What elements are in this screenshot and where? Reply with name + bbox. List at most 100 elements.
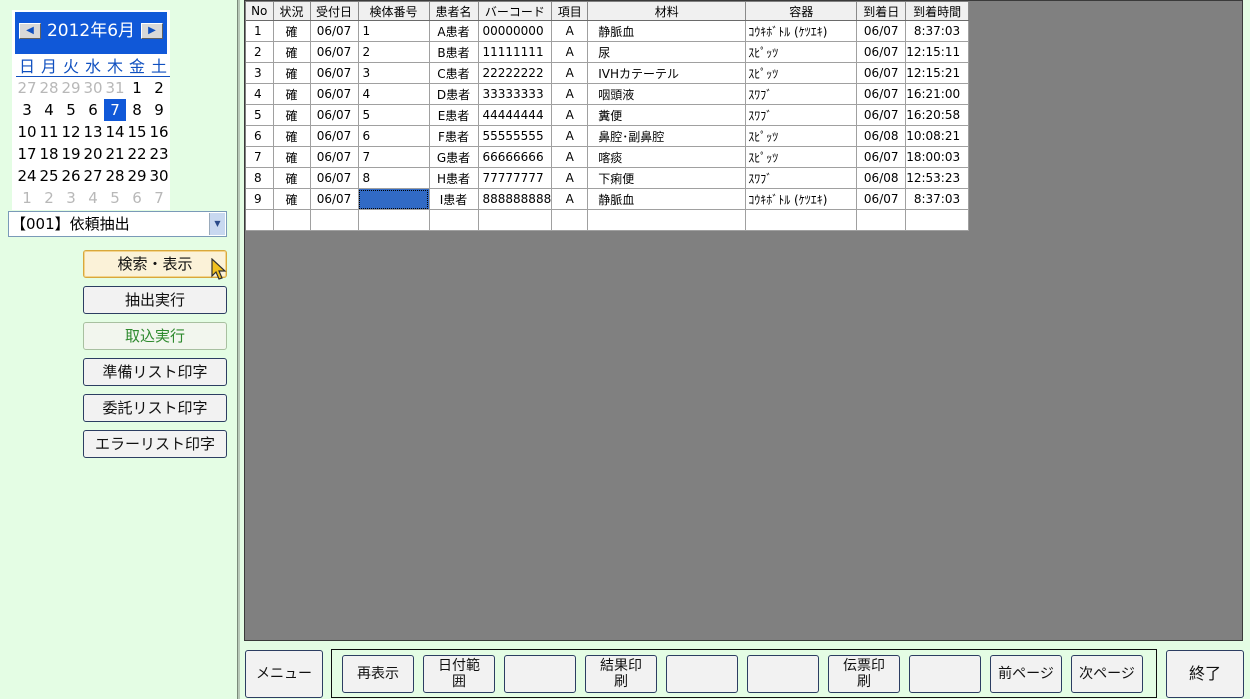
table-cell[interactable]: 16:21:00 [905, 83, 970, 105]
calendar-day[interactable]: 13 [82, 121, 104, 143]
blank-function-button[interactable] [504, 655, 576, 693]
table-cell[interactable]: A [551, 83, 589, 105]
table-cell[interactable]: A [551, 167, 589, 189]
table-cell[interactable]: 12:53:23 [905, 167, 970, 189]
calendar-day[interactable]: 20 [82, 143, 104, 165]
table-cell[interactable]: ｺｳｷﾎﾞﾄﾙ (ｹﾂｴｷ) [745, 20, 858, 42]
calendar-day[interactable]: 2 [148, 77, 170, 99]
table-cell[interactable]: 8:37:03 [905, 188, 970, 210]
column-header[interactable]: 到着時間 [905, 2, 970, 21]
calendar-day[interactable]: 1 [16, 187, 38, 209]
panel-divider[interactable] [237, 0, 240, 699]
table-row[interactable]: 9 確 06/07 I患者 888888888 A 静脈血 ｺｳｷﾎﾞﾄﾙ (ｹﾂｴｷ) 06/… [246, 188, 970, 210]
blank-function-button[interactable] [747, 655, 819, 693]
table-cell[interactable]: 喀痰 [587, 146, 747, 168]
table-cell[interactable] [478, 209, 553, 231]
calendar-day[interactable]: 21 [104, 143, 126, 165]
date-range-button[interactable]: 日付範 囲 [423, 655, 495, 693]
calendar-day[interactable]: 23 [148, 143, 170, 165]
table-cell[interactable]: 06/07 [310, 146, 359, 168]
result-print-button[interactable]: 結果印 刷 [585, 655, 657, 693]
table-cell[interactable]: 06/08 [856, 125, 907, 147]
calendar-day[interactable]: 2 [38, 187, 60, 209]
table-cell[interactable]: A [551, 20, 589, 42]
slip-print-button[interactable]: 伝票印 刷 [828, 655, 900, 693]
table-cell[interactable]: 00000000 [478, 20, 553, 42]
column-header[interactable]: バーコード [478, 2, 553, 21]
table-cell[interactable]: 888888888 [478, 188, 553, 210]
table-cell[interactable]: 77777777 [478, 167, 553, 189]
calendar-day[interactable]: 6 [126, 187, 148, 209]
table-cell[interactable]: 咽頭液 [587, 83, 747, 105]
calendar-day[interactable]: 17 [16, 143, 38, 165]
table-cell[interactable]: 確 [273, 125, 311, 147]
table-cell[interactable]: 5 [358, 104, 430, 126]
table-cell[interactable]: ｽﾋﾟｯﾂ [745, 41, 858, 63]
table-cell[interactable]: 06/07 [310, 188, 359, 210]
table-cell[interactable]: 7 [358, 146, 430, 168]
table-cell[interactable]: ｽﾜﾌﾞ [745, 83, 858, 105]
calendar-day[interactable]: 5 [60, 99, 82, 121]
table-cell[interactable]: 2 [358, 41, 430, 63]
table-row[interactable]: 5 確 06/07 5 E患者 44444444 A 糞便 ｽﾜﾌﾞ 06/07 16:20:58 [246, 104, 970, 126]
calendar-day[interactable]: 14 [104, 121, 126, 143]
calendar-day[interactable]: 16 [148, 121, 170, 143]
table-cell[interactable]: 確 [273, 20, 311, 42]
calendar-day[interactable]: 1 [126, 77, 148, 99]
table-cell[interactable]: 静脈血 [587, 20, 747, 42]
calendar-day[interactable]: 3 [16, 99, 38, 121]
table-cell[interactable]: 16:20:58 [905, 104, 970, 126]
table-cell[interactable]: 2 [246, 41, 274, 63]
table-cell[interactable] [745, 209, 858, 231]
table-cell[interactable]: 尿 [587, 41, 747, 63]
table-cell[interactable]: 下痢便 [587, 167, 747, 189]
table-cell[interactable]: 6 [358, 125, 430, 147]
refresh-button[interactable]: 再表示 [342, 655, 414, 693]
table-cell[interactable]: I患者 [429, 188, 479, 210]
exit-button[interactable]: 終了 [1166, 650, 1244, 698]
calendar-day[interactable]: 28 [104, 165, 126, 187]
table-cell[interactable]: 確 [273, 167, 311, 189]
table-cell[interactable]: 8:37:03 [905, 20, 970, 42]
table-cell[interactable]: 7 [246, 146, 274, 168]
calendar-day[interactable]: 18 [38, 143, 60, 165]
calendar-day[interactable]: 29 [126, 165, 148, 187]
calendar-day[interactable]: 26 [60, 165, 82, 187]
table-cell[interactable] [358, 188, 430, 210]
table-cell[interactable]: 3 [246, 62, 274, 84]
table-cell[interactable]: IVHカテーテル [587, 62, 747, 84]
table-cell[interactable]: 06/07 [310, 83, 359, 105]
table-cell[interactable]: H患者 [429, 167, 479, 189]
table-cell[interactable]: 06/07 [856, 62, 907, 84]
table-cell[interactable]: A [551, 146, 589, 168]
calendar-day[interactable]: 19 [60, 143, 82, 165]
table-cell[interactable]: 8 [358, 167, 430, 189]
table-cell[interactable]: 10:08:21 [905, 125, 970, 147]
table-cell[interactable]: 確 [273, 62, 311, 84]
table-cell[interactable]: 確 [273, 104, 311, 126]
table-cell[interactable]: ｺｳｷﾎﾞﾄﾙ (ｹﾂｴｷ) [745, 188, 858, 210]
table-cell[interactable]: 06/07 [856, 83, 907, 105]
table-cell[interactable]: 鼻腔･副鼻腔 [587, 125, 747, 147]
table-cell[interactable]: 確 [273, 146, 311, 168]
calendar-day[interactable]: 7 [148, 187, 170, 209]
column-header[interactable]: 患者名 [429, 2, 479, 21]
table-cell[interactable] [905, 209, 970, 231]
table-cell[interactable]: C患者 [429, 62, 479, 84]
prev-month-icon[interactable]: ◀ [19, 23, 41, 39]
calendar-day[interactable]: 12 [60, 121, 82, 143]
table-cell[interactable]: 06/07 [310, 167, 359, 189]
calendar-day[interactable]: 31 [104, 77, 126, 99]
calendar-day[interactable]: 27 [16, 77, 38, 99]
calendar-day[interactable]: 4 [38, 99, 60, 121]
column-header[interactable]: No [246, 2, 274, 21]
table-cell[interactable]: 4 [358, 83, 430, 105]
mode-select[interactable]: 【001】依頼抽出 ▼ [8, 211, 227, 237]
blank-function-button[interactable] [666, 655, 738, 693]
extract-run-button[interactable]: 抽出実行 [83, 286, 227, 314]
table-cell[interactable]: 静脈血 [587, 188, 747, 210]
column-header[interactable]: 検体番号 [358, 2, 430, 21]
table-cell[interactable]: ｽﾜﾌﾞ [745, 167, 858, 189]
calendar-day[interactable]: 9 [148, 99, 170, 121]
table-cell[interactable]: A [551, 104, 589, 126]
